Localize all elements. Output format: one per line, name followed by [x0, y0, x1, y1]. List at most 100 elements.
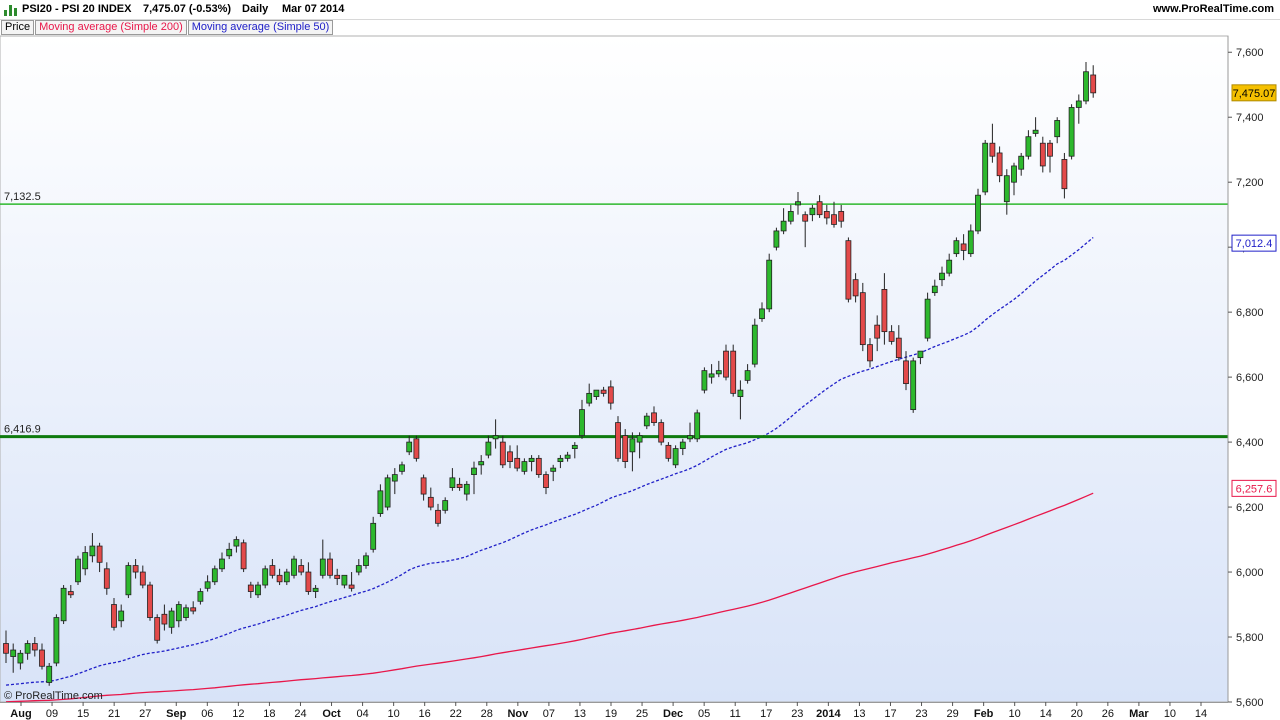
x-tick-label: 12: [232, 708, 244, 720]
legend-ma50[interactable]: Moving average (Simple 50): [187, 20, 334, 35]
x-tick-label: 16: [419, 708, 431, 720]
candle-body: [593, 389, 600, 398]
x-tick-label: 15: [77, 708, 89, 720]
x-tick-label: Feb: [974, 708, 994, 720]
legend-ma200[interactable]: Moving average (Simple 200): [35, 20, 187, 35]
candle-body: [39, 649, 45, 667]
candle-body: [931, 285, 938, 294]
candle-body: [53, 617, 60, 664]
legend-price[interactable]: Price: [1, 20, 35, 35]
candle-body: [535, 457, 542, 475]
horizontal-line-label: 6,416.9: [4, 424, 41, 436]
candle-body: [442, 500, 449, 511]
price-chart[interactable]: 7,132.5 6,416.9 5,600 5,800 6,000 6,200 6,400…: [0, 0, 1280, 720]
candle-body: [939, 272, 945, 281]
x-tick-label: 11: [729, 708, 740, 720]
x-tick-label: 10: [1009, 708, 1021, 720]
candle-body: [147, 584, 153, 618]
candle-body: [715, 370, 722, 375]
candle-body: [96, 545, 103, 563]
candle-body: [363, 555, 369, 566]
candle-body: [413, 438, 420, 459]
candle-body: [975, 194, 981, 232]
x-axis: Aug 09 15 21 27 Sep 06 12 18 24 Oct 04 10 16 22 28 Nov 07…: [0, 702, 1228, 720]
candle-body: [982, 142, 989, 193]
candle-body: [802, 214, 809, 222]
candle-body: [759, 308, 765, 320]
candle-body: [852, 279, 859, 297]
candle-body: [917, 350, 924, 359]
candle-body: [334, 574, 341, 579]
x-tick-label: 24: [294, 708, 306, 720]
candle-body: [60, 587, 67, 622]
candle-body: [427, 496, 434, 508]
chart-date: Mar 07 2014: [282, 3, 345, 15]
candle-body: [478, 461, 485, 466]
candle-body: [787, 211, 794, 222]
candle-body: [946, 259, 953, 274]
candle-body: [1083, 71, 1089, 102]
candle-body: [1075, 100, 1082, 108]
candle-body: [507, 451, 513, 462]
candle-body: [521, 461, 528, 472]
ma50-badge-label: 7,012.4: [1236, 238, 1273, 250]
candle-body: [651, 412, 657, 424]
candle-body: [305, 571, 312, 592]
candle-body: [1011, 165, 1017, 183]
candle-body: [636, 435, 643, 443]
candle-body: [924, 298, 931, 339]
candle-body: [31, 643, 38, 651]
x-tick-label: 23: [791, 708, 803, 720]
candle-body: [823, 211, 830, 219]
candle-body: [168, 610, 175, 628]
candle-body: [463, 483, 470, 495]
x-tick-label: 04: [356, 708, 368, 720]
x-tick-label: 26: [1102, 708, 1114, 720]
x-tick-label: 17: [760, 708, 772, 720]
x-tick-label: 2014: [816, 708, 841, 720]
candle-body: [348, 584, 355, 589]
candle-body: [1061, 159, 1068, 190]
x-tick-label: Oct: [322, 708, 341, 720]
candle-body: [579, 409, 585, 436]
candle-body: [24, 643, 31, 654]
candle-body: [420, 477, 427, 495]
candle-body: [816, 201, 823, 216]
candle-body: [312, 587, 319, 592]
candle-body: [780, 220, 787, 232]
candle-body: [730, 350, 737, 394]
legend: Price Moving average (Simple 200) Moving…: [1, 20, 334, 35]
period-label: Daily: [242, 3, 269, 15]
candle-body: [1047, 142, 1053, 157]
candle-body: [269, 565, 276, 576]
x-tick-label: Dec: [663, 708, 683, 720]
candle-body: [3, 643, 9, 654]
candle-body: [161, 613, 168, 625]
candle-body: [298, 565, 305, 573]
candle-body: [233, 539, 240, 547]
candle-body: [103, 568, 110, 589]
candle-body: [831, 214, 837, 225]
candle-body: [550, 467, 557, 472]
candle-body: [10, 649, 17, 657]
candle-body: [75, 558, 81, 583]
x-tick-label: 06: [201, 708, 213, 720]
candle-body: [355, 565, 362, 573]
x-tick-label: 25: [636, 708, 648, 720]
candle-body: [384, 477, 391, 508]
candle-body: [435, 509, 441, 524]
x-tick-label: 07: [543, 708, 555, 720]
candle-body: [723, 350, 729, 378]
candle-body: [838, 211, 845, 222]
candle-body: [744, 370, 751, 381]
site-label: www.ProRealTime.com: [1152, 3, 1274, 15]
candle-body: [46, 665, 53, 683]
candle-body: [82, 552, 89, 570]
x-tick-label: 17: [884, 708, 896, 720]
candle-body: [679, 441, 686, 449]
candle-body: [377, 490, 384, 514]
candle-body: [291, 558, 297, 576]
candle-body: [701, 370, 708, 391]
candle-body: [989, 142, 996, 157]
candle-body: [586, 392, 593, 404]
